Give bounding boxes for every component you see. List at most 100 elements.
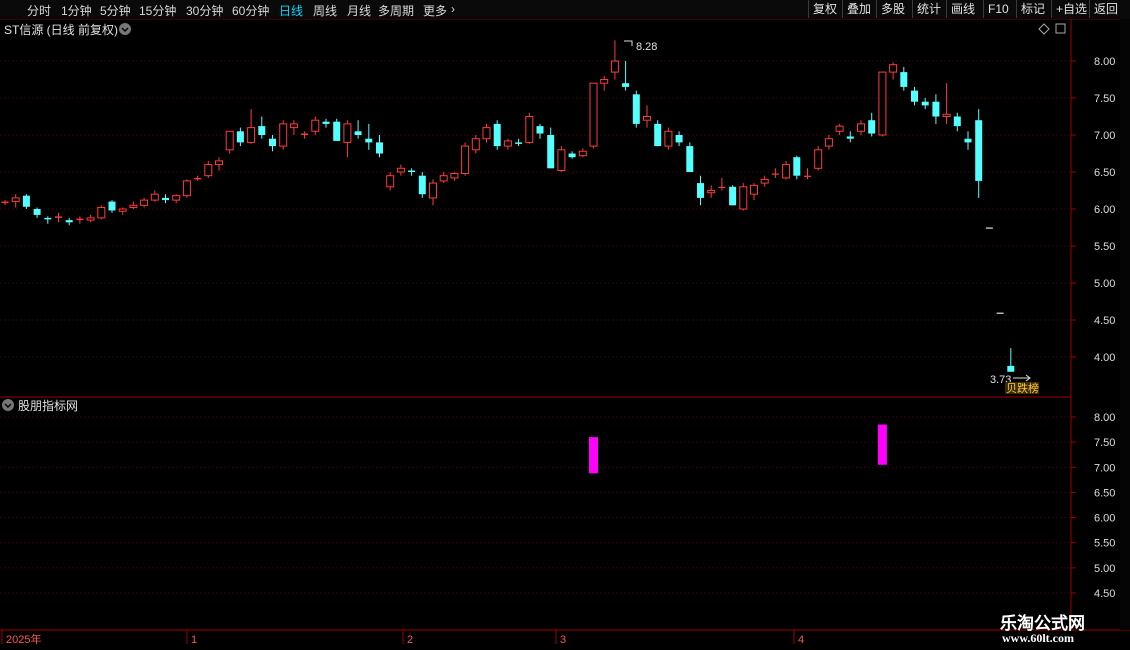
watermark-url: www.60lt.com [1002, 631, 1074, 645]
candle-body [814, 149, 823, 169]
candle-body [664, 130, 673, 147]
candle-body [289, 123, 298, 129]
candle-body [333, 121, 341, 141]
indicator-tick-label: 8.00 [1094, 412, 1115, 424]
candle-body [921, 101, 929, 106]
candle-body [108, 201, 116, 211]
candle-body [589, 82, 598, 147]
price-tick-label: 6.50 [1094, 167, 1115, 179]
candle-body [429, 182, 437, 199]
price-tick-label: 8.00 [1094, 56, 1115, 68]
candle-body [578, 150, 587, 157]
date-label: 2025年 [6, 632, 41, 646]
indicator-collapse-icon[interactable] [2, 399, 14, 411]
candle-body [97, 207, 106, 219]
candle-body [365, 138, 373, 143]
candle-body [632, 94, 640, 124]
date-label: 1 [191, 634, 197, 646]
candle-body [600, 79, 609, 84]
price-tick-label: 5.50 [1094, 241, 1115, 253]
candle-body [964, 138, 972, 143]
candle-body [172, 195, 181, 201]
price-tick-label: 4.50 [1094, 315, 1115, 327]
candle-body [258, 126, 266, 135]
candle-body [835, 125, 844, 132]
candle-body [44, 217, 52, 220]
candle-body [22, 195, 30, 207]
candle-body [654, 123, 662, 147]
candle-body [697, 183, 704, 198]
candle-body [911, 90, 918, 102]
candle-body [953, 116, 961, 127]
price-tick-label: 4.00 [1094, 352, 1115, 364]
candle-body [55, 216, 62, 218]
date-label: 4 [798, 634, 804, 646]
candle-body [376, 142, 383, 154]
info-panel-edge [1120, 19, 1130, 630]
candle-body [793, 157, 801, 176]
candle-body [247, 127, 256, 143]
candle-body [932, 101, 940, 117]
candle-body [782, 164, 791, 179]
candle-body [194, 177, 202, 180]
candle-body [482, 127, 491, 140]
candle-body [279, 123, 288, 147]
date-axis: 2025年 1 2 3 4 [1, 630, 804, 646]
candle-body [418, 175, 426, 195]
candle-body [675, 135, 683, 143]
high-price-label: 8.28 [636, 41, 657, 53]
main-grid [0, 60, 1071, 358]
window-maximize-icon[interactable] [1055, 23, 1066, 34]
candle-body [557, 149, 566, 172]
candle-body [225, 130, 234, 151]
signal-bars [589, 424, 887, 474]
indicator-tick-label: 5.50 [1094, 538, 1115, 550]
signal-bar [877, 424, 887, 465]
candle-body [204, 164, 213, 177]
candle-body [857, 123, 865, 132]
candle-body [343, 123, 352, 143]
main-chart-title: ST信源 (日线 前复权) [4, 22, 118, 37]
candle-body [804, 175, 811, 177]
indicator-tick-label: 6.00 [1094, 513, 1115, 525]
candle-body [386, 175, 395, 188]
indicator-grid [0, 416, 1071, 594]
date-label: 3 [560, 634, 566, 646]
indicator-tick-label: 5.00 [1094, 563, 1115, 575]
candle-body [65, 220, 73, 223]
candle-body [129, 204, 138, 209]
candle-body [942, 113, 951, 117]
candle-body [846, 136, 854, 139]
candle-body [568, 153, 576, 158]
candle-body [354, 131, 362, 135]
candle-body [439, 175, 448, 182]
candle-body [150, 193, 159, 201]
candle-body [515, 142, 523, 144]
candle-body [162, 197, 169, 201]
candle-body [408, 170, 416, 172]
candle-body [547, 135, 555, 169]
candle-body [236, 131, 244, 143]
candle-body [118, 208, 127, 212]
indicator-title: 股朋指标网 [18, 398, 78, 413]
high-marker-arrow [624, 40, 633, 46]
candle-body [622, 83, 630, 87]
chart-area: ST信源 (日线 前复权) 8.00 7.50 7.00 6.50 6.00 5.50 5.… [0, 19, 1130, 646]
candle-body [76, 218, 84, 221]
candle-body [975, 120, 983, 181]
candle-body [471, 138, 480, 151]
candle-body [610, 60, 619, 73]
candle-body [86, 217, 95, 221]
candle-body [396, 167, 405, 173]
candle-body [11, 197, 20, 203]
candle-body [311, 119, 320, 132]
price-tick-label: 5.00 [1094, 278, 1115, 290]
candle-body [868, 120, 876, 134]
main-chart-collapse-icon[interactable] [119, 23, 131, 35]
indicator-tick-label: 7.00 [1094, 462, 1115, 474]
candle-body [750, 184, 758, 195]
diamond-icon[interactable] [1038, 23, 1050, 35]
price-tick-label: 7.00 [1094, 130, 1115, 142]
candle-body [771, 173, 779, 175]
candle-body [301, 133, 309, 135]
